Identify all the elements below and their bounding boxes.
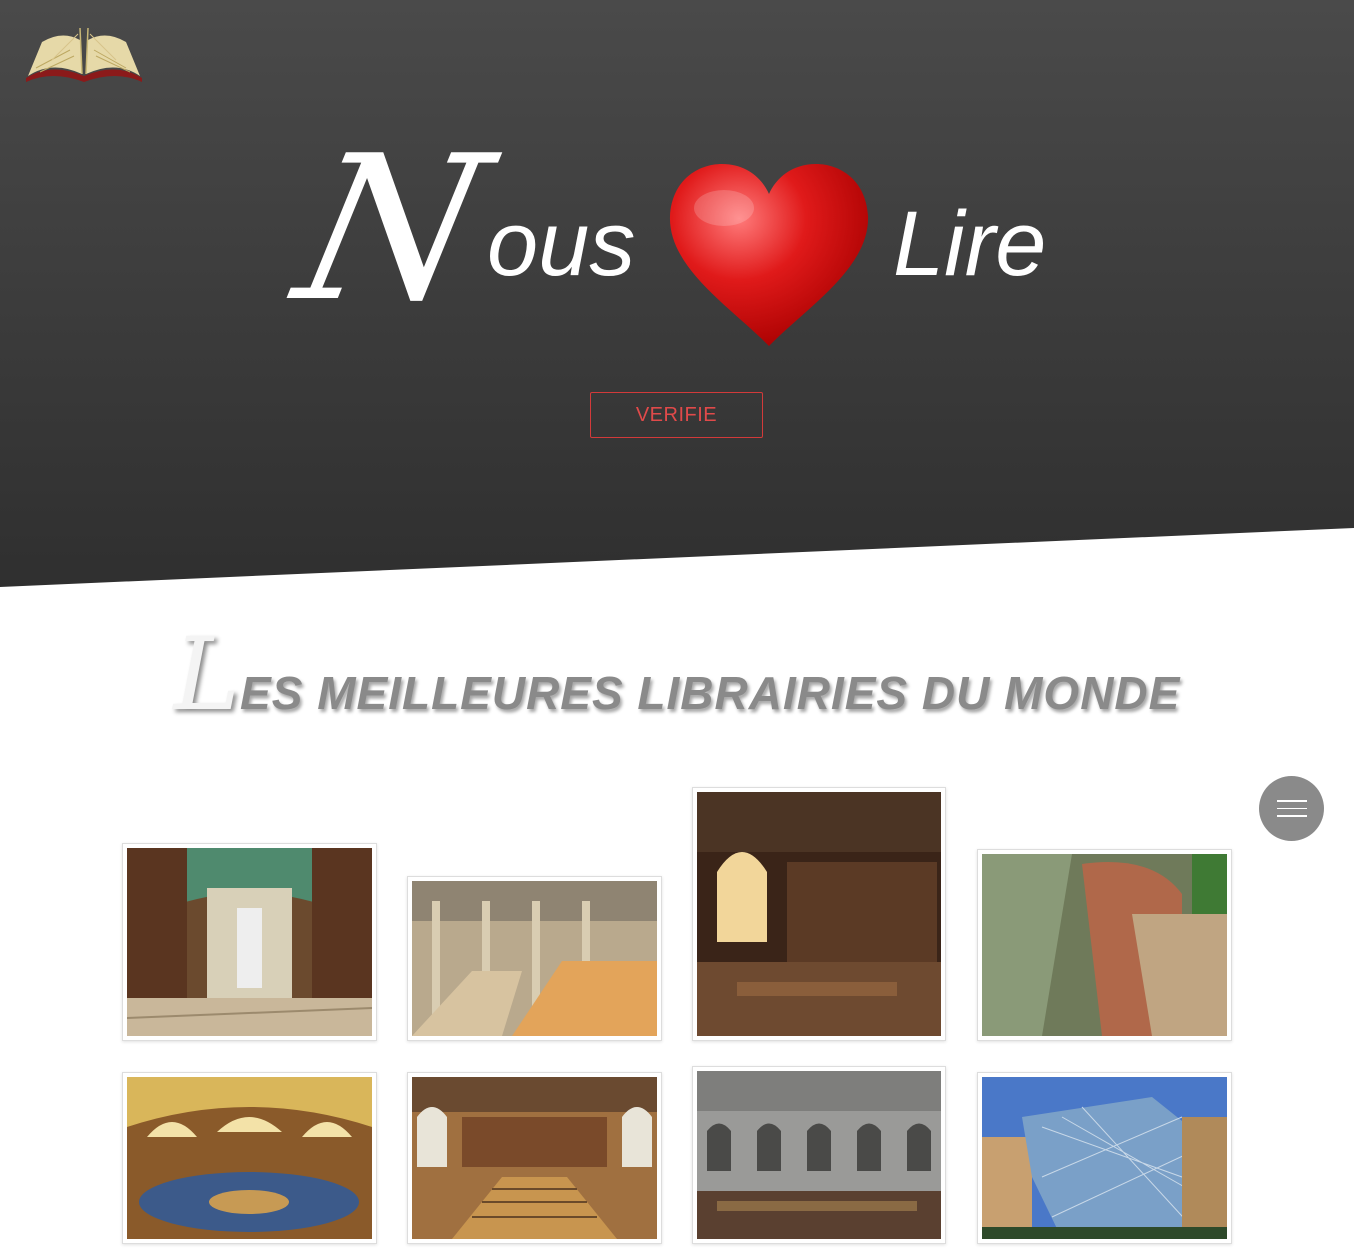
heading-initial: L [173,616,241,733]
library-photo-1[interactable] [122,843,377,1041]
open-book-icon[interactable] [22,20,146,84]
menu-line [1276,800,1307,802]
library-photo-8[interactable] [977,1072,1232,1244]
aerial-library-building-image [982,854,1227,1036]
glass-library-building-image [982,1077,1227,1239]
library-photo-6[interactable] [407,1072,662,1244]
gothic-wood-library-image [697,792,941,1036]
hero-title: N ous Lire [0,113,1354,360]
baroque-library-hall-image [127,848,372,1036]
arcaded-library-courtyard-image [697,1071,941,1239]
title-word-2: Lire [893,193,1047,295]
heart-icon [669,164,869,346]
library-photo-3[interactable] [692,787,946,1041]
title-initial: N [280,113,505,346]
grand-reading-room-image [412,1077,657,1239]
hamburger-menu-icon[interactable] [1259,776,1324,841]
domed-reading-room-image [127,1077,372,1239]
library-photo-5[interactable] [122,1072,377,1244]
library-photo-7[interactable] [692,1066,946,1244]
menu-line [1276,807,1307,810]
modern-reading-room-image [412,881,657,1036]
verify-button[interactable]: VERIFIE [590,392,763,438]
heading-text: ES MEILLEURES LIBRAIRIES DU MONDE [240,667,1181,719]
section-heading: LES MEILLEURES LIBRAIRIES DU MONDE [0,625,1354,735]
library-photo-2[interactable] [407,876,662,1041]
library-photo-4[interactable] [977,849,1232,1041]
menu-line [1276,815,1307,817]
title-word-1: ous [487,193,636,295]
